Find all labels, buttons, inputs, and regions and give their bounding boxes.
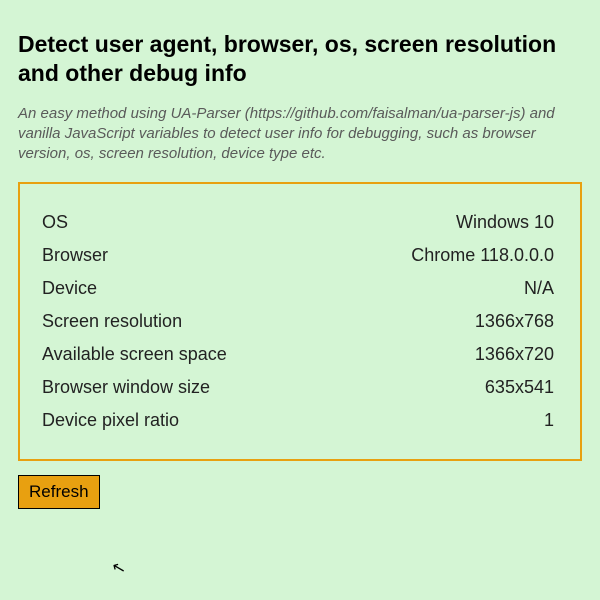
table-row: OS Windows 10 bbox=[42, 206, 554, 239]
info-box: OS Windows 10 Browser Chrome 118.0.0.0 D… bbox=[18, 182, 582, 461]
device-value: N/A bbox=[524, 278, 554, 299]
screen-resolution-value: 1366x768 bbox=[475, 311, 554, 332]
os-value: Windows 10 bbox=[456, 212, 554, 233]
table-row: Available screen space 1366x720 bbox=[42, 338, 554, 371]
browser-window-size-label: Browser window size bbox=[42, 377, 210, 398]
device-pixel-ratio-value: 1 bbox=[544, 410, 554, 431]
page-title: Detect user agent, browser, os, screen r… bbox=[18, 30, 582, 88]
page-subtitle: An easy method using UA-Parser (https://… bbox=[18, 104, 582, 165]
available-screen-space-value: 1366x720 bbox=[475, 344, 554, 365]
table-row: Browser window size 635x541 bbox=[42, 371, 554, 404]
refresh-button[interactable]: Refresh bbox=[18, 475, 100, 509]
browser-window-size-value: 635x541 bbox=[485, 377, 554, 398]
cursor-icon: ↖ bbox=[110, 557, 128, 580]
table-row: Device pixel ratio 1 bbox=[42, 404, 554, 437]
table-row: Browser Chrome 118.0.0.0 bbox=[42, 239, 554, 272]
device-label: Device bbox=[42, 278, 97, 299]
table-row: Device N/A bbox=[42, 272, 554, 305]
available-screen-space-label: Available screen space bbox=[42, 344, 227, 365]
table-row: Screen resolution 1366x768 bbox=[42, 305, 554, 338]
device-pixel-ratio-label: Device pixel ratio bbox=[42, 410, 179, 431]
browser-value: Chrome 118.0.0.0 bbox=[411, 245, 554, 266]
screen-resolution-label: Screen resolution bbox=[42, 311, 182, 332]
os-label: OS bbox=[42, 212, 68, 233]
browser-label: Browser bbox=[42, 245, 108, 266]
